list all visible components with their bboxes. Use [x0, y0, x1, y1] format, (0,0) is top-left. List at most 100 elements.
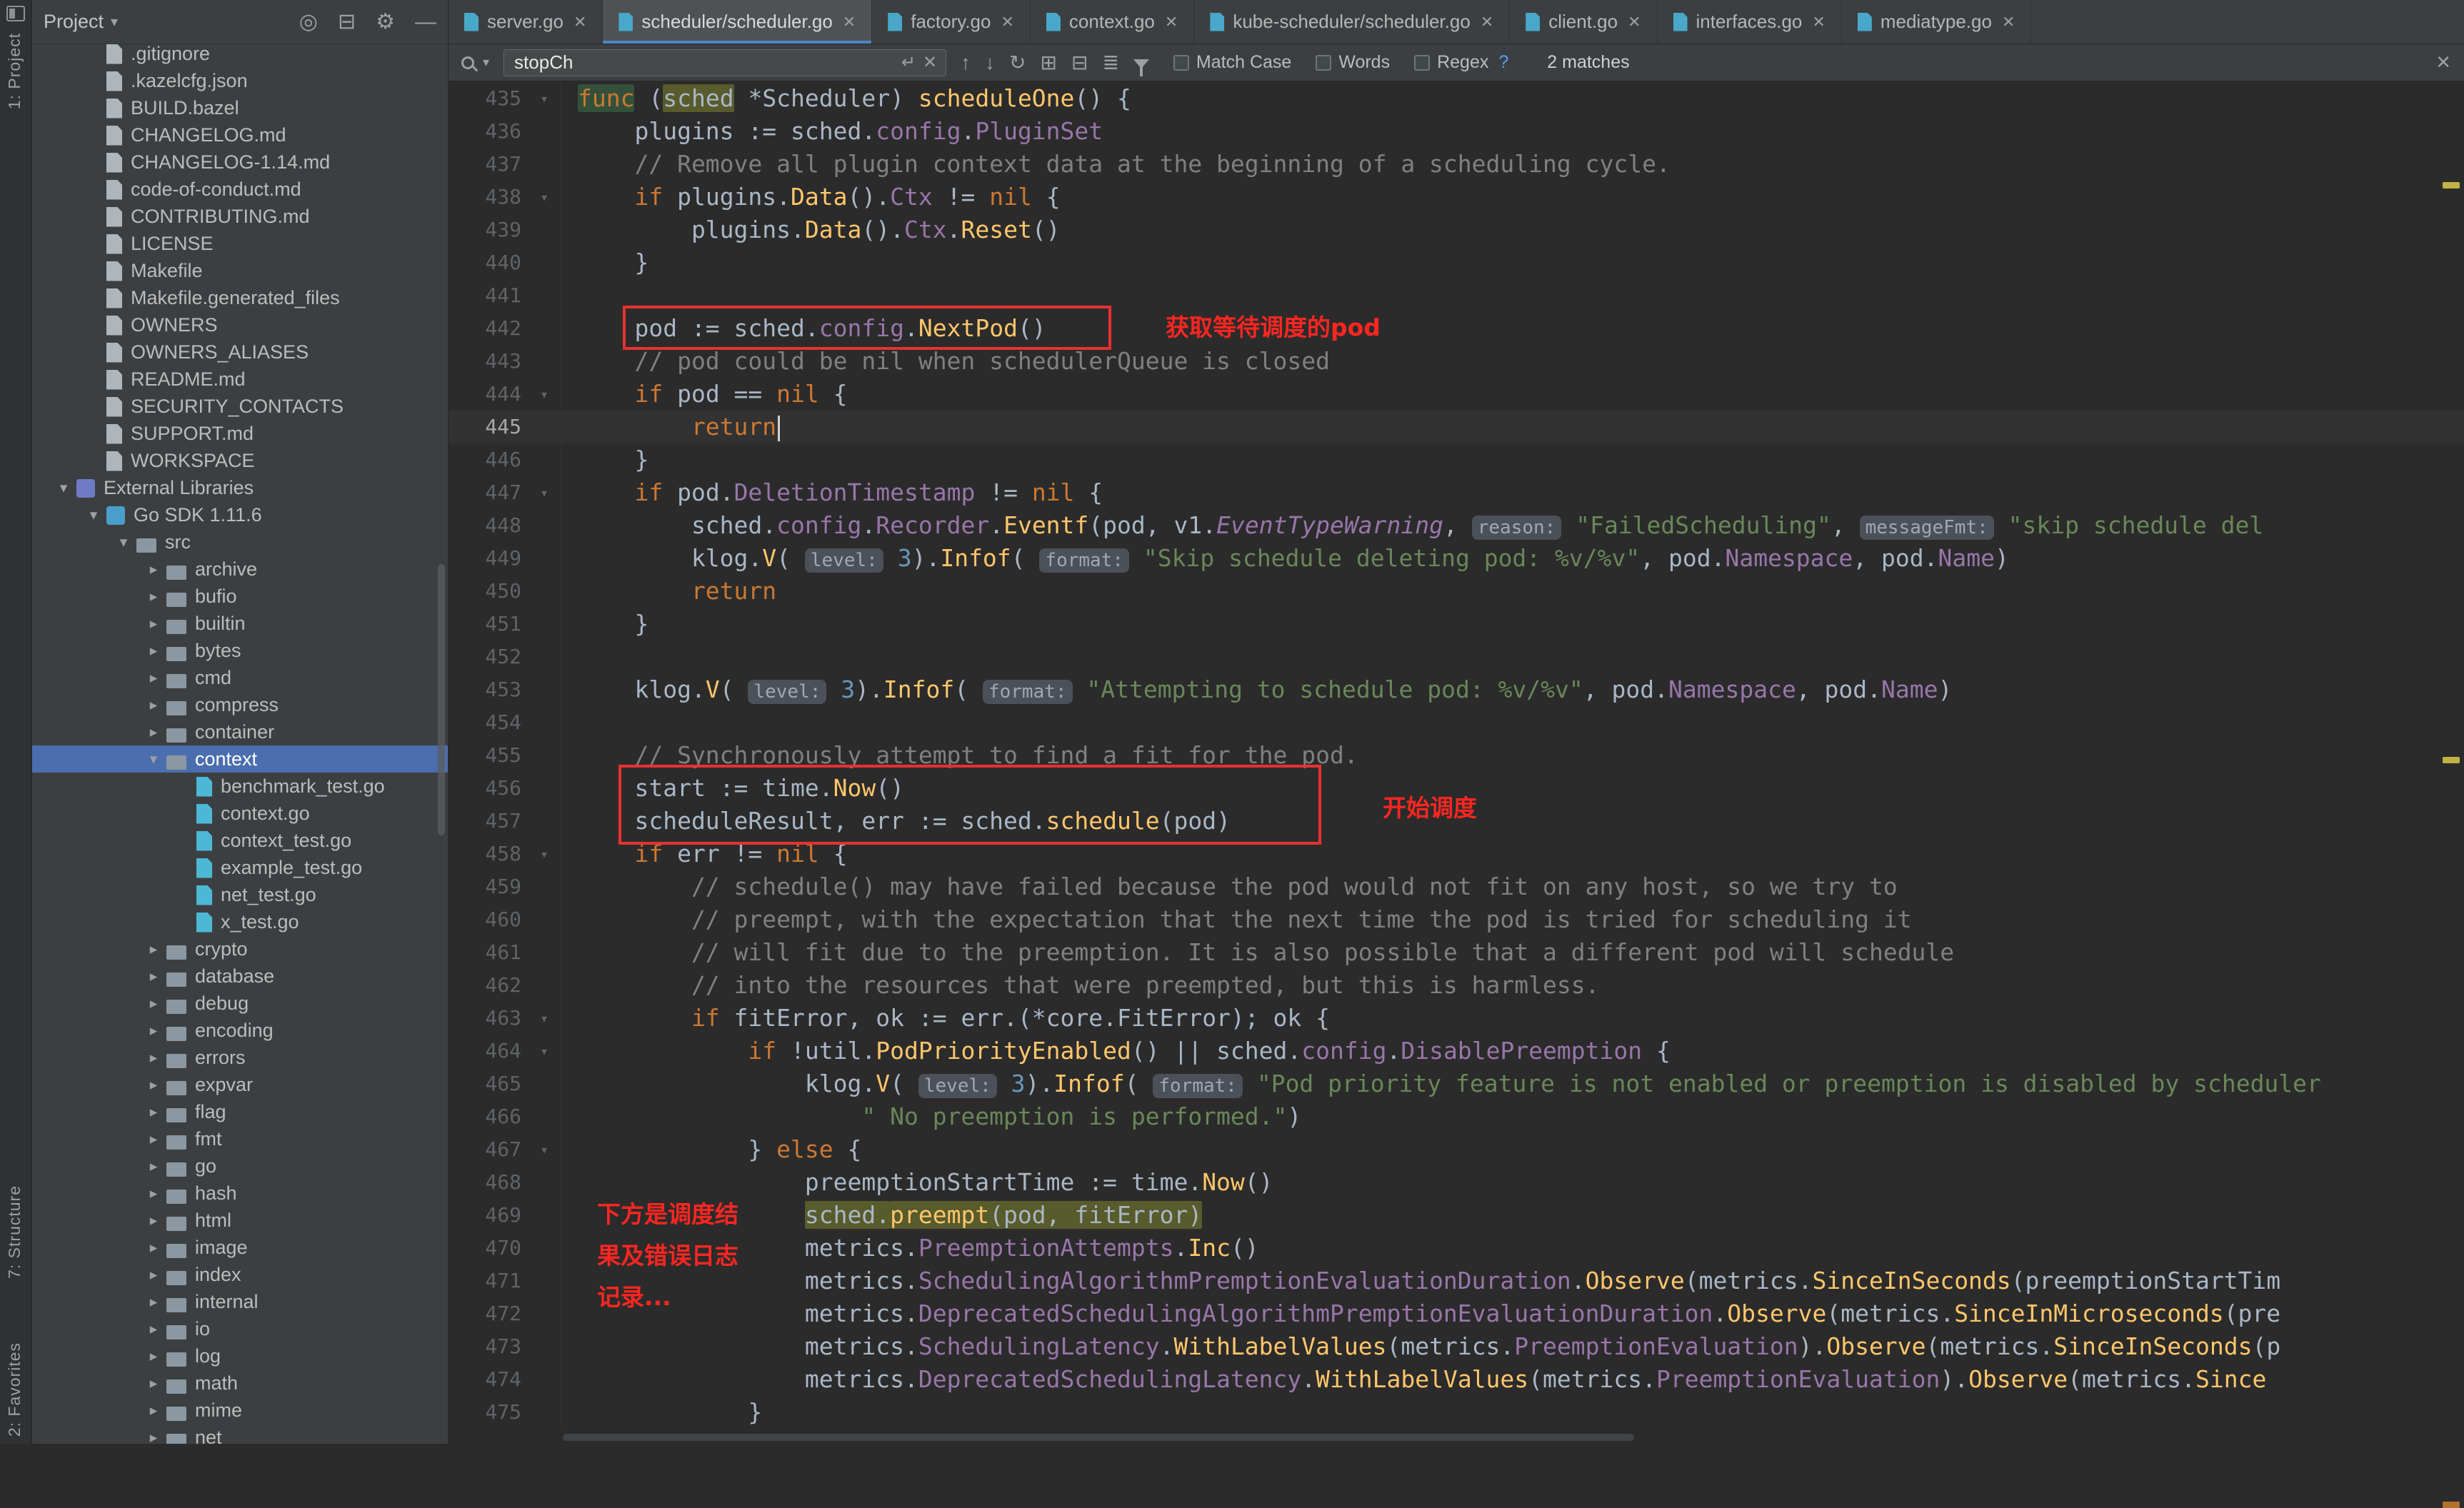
- fold-icon[interactable]: ▾: [529, 181, 560, 213]
- line-number[interactable]: 451: [449, 608, 529, 640]
- tree-item[interactable]: ▾Go SDK 1.11.6: [32, 501, 448, 528]
- close-tab-icon[interactable]: ✕: [1165, 13, 1178, 31]
- regex-help-icon[interactable]: ?: [1498, 52, 1508, 73]
- tree-item[interactable]: .gitignore: [32, 44, 448, 67]
- line-number[interactable]: 469: [449, 1199, 529, 1232]
- expand-icon[interactable]: ▸: [141, 669, 166, 687]
- fold-icon[interactable]: ▾: [529, 1002, 560, 1035]
- expand-icon[interactable]: ▸: [141, 615, 166, 633]
- code-line[interactable]: 458▾ if err != nil {: [449, 838, 2464, 870]
- tool-button-structure[interactable]: 7: Structure: [5, 1185, 24, 1279]
- code-line[interactable]: 467▾ } else {: [449, 1133, 2464, 1166]
- filter-icon[interactable]: [1133, 59, 1149, 69]
- code-line[interactable]: 444▾ if pod == nil {: [449, 378, 2464, 411]
- line-number[interactable]: 470: [449, 1232, 529, 1265]
- code-line[interactable]: 437 // Remove all plugin context data at…: [449, 148, 2464, 181]
- tree-item[interactable]: ▸archive: [32, 556, 448, 583]
- expand-icon[interactable]: ▸: [141, 1374, 166, 1392]
- tree-item[interactable]: ▸math: [32, 1369, 448, 1397]
- code-line[interactable]: 452: [449, 640, 2464, 673]
- fold-icon[interactable]: ▾: [529, 1133, 560, 1166]
- hide-panel-icon[interactable]: —: [415, 11, 436, 33]
- tree-item[interactable]: SECURITY_CONTACTS: [32, 393, 448, 420]
- code-line[interactable]: 453 klog.V( level: 3).Infof( format: "At…: [449, 673, 2464, 706]
- line-number[interactable]: 458: [449, 838, 529, 870]
- code-line[interactable]: 439 plugins.Data().Ctx.Reset(): [449, 213, 2464, 246]
- expand-icon[interactable]: ▸: [141, 1130, 166, 1148]
- expand-icon[interactable]: ▸: [141, 1049, 166, 1067]
- select-all-occurrences-icon[interactable]: ≣: [1102, 51, 1118, 74]
- code-line[interactable]: 470 metrics.PreemptionAttempts.Inc(): [449, 1232, 2464, 1265]
- tree-item[interactable]: context_test.go: [32, 827, 448, 854]
- tree-item[interactable]: ▸encoding: [32, 1017, 448, 1044]
- code-line[interactable]: 451 }: [449, 608, 2464, 640]
- editor-tab[interactable]: factory.go✕: [872, 0, 1031, 44]
- regex-checkbox[interactable]: [1414, 55, 1430, 71]
- line-number[interactable]: 468: [449, 1166, 529, 1199]
- expand-icon[interactable]: ▸: [141, 1347, 166, 1365]
- tree-item[interactable]: x_test.go: [32, 908, 448, 935]
- line-number[interactable]: 463: [449, 1002, 529, 1035]
- code-line[interactable]: 461 // will fit due to the preemption. I…: [449, 936, 2464, 969]
- fold-icon[interactable]: ▾: [529, 1035, 560, 1067]
- expand-icon[interactable]: ▸: [141, 1429, 166, 1444]
- tool-button-favorites[interactable]: 2: Favorites: [5, 1342, 24, 1437]
- stripe-mark[interactable]: [2443, 182, 2460, 188]
- search-input[interactable]: [513, 51, 894, 74]
- close-tab-icon[interactable]: ✕: [843, 13, 856, 31]
- tree-item[interactable]: ▸bufio: [32, 583, 448, 610]
- line-number[interactable]: 456: [449, 772, 529, 805]
- tree-item[interactable]: ▸expvar: [32, 1071, 448, 1098]
- line-number[interactable]: 440: [449, 246, 529, 279]
- code-line[interactable]: 438▾ if plugins.Data().Ctx != nil {: [449, 181, 2464, 213]
- code-line[interactable]: 468 preemptionStartTime := time.Now(): [449, 1166, 2464, 1199]
- tree-item[interactable]: ▸debug: [32, 990, 448, 1017]
- fold-icon[interactable]: ▾: [529, 82, 560, 115]
- line-number[interactable]: 459: [449, 870, 529, 903]
- expand-icon[interactable]: ▸: [141, 1239, 166, 1257]
- newline-icon[interactable]: ↵: [901, 52, 916, 73]
- expand-icon[interactable]: ▸: [141, 1212, 166, 1230]
- tree-item[interactable]: example_test.go: [32, 854, 448, 881]
- line-number[interactable]: 448: [449, 509, 529, 542]
- tool-button-project[interactable]: 1: Project: [5, 33, 24, 109]
- expand-icon[interactable]: ▸: [141, 561, 166, 578]
- tree-item[interactable]: OWNERS: [32, 311, 448, 338]
- line-number[interactable]: 467: [449, 1133, 529, 1166]
- collapse-all-icon[interactable]: ⊟: [338, 11, 356, 33]
- code-line[interactable]: 465 klog.V( level: 3).Infof( format: "Po…: [449, 1067, 2464, 1100]
- stripe-mark[interactable]: [2443, 1502, 2460, 1508]
- tree-item[interactable]: ▸bytes: [32, 637, 448, 664]
- tree-item[interactable]: ▸html: [32, 1207, 448, 1234]
- tree-item[interactable]: SUPPORT.md: [32, 420, 448, 447]
- line-number[interactable]: 446: [449, 443, 529, 476]
- refresh-search-icon[interactable]: ↻: [1009, 51, 1026, 74]
- close-tab-icon[interactable]: ✕: [2002, 13, 2015, 31]
- line-number[interactable]: 442: [449, 312, 529, 345]
- tree-item[interactable]: ▸image: [32, 1234, 448, 1261]
- code-line[interactable]: 473 metrics.SchedulingLatency.WithLabelV…: [449, 1330, 2464, 1363]
- line-number[interactable]: 438: [449, 181, 529, 213]
- tree-item[interactable]: ▾src: [32, 528, 448, 556]
- code-line[interactable]: 450 return: [449, 575, 2464, 608]
- settings-gear-icon[interactable]: ⚙: [376, 11, 395, 33]
- tree-item[interactable]: benchmark_test.go: [32, 773, 448, 800]
- tree-item[interactable]: ▸io: [32, 1315, 448, 1342]
- line-number[interactable]: 460: [449, 903, 529, 936]
- close-tab-icon[interactable]: ✕: [1628, 13, 1641, 31]
- editor-tab[interactable]: scheduler/scheduler.go✕: [603, 0, 872, 44]
- tree-item[interactable]: CHANGELOG.md: [32, 121, 448, 149]
- code-line[interactable]: 440 }: [449, 246, 2464, 279]
- line-number[interactable]: 453: [449, 673, 529, 706]
- line-number[interactable]: 452: [449, 640, 529, 673]
- tree-item[interactable]: ▸internal: [32, 1288, 448, 1315]
- tree-item[interactable]: README.md: [32, 366, 448, 393]
- tree-item[interactable]: ▸crypto: [32, 935, 448, 962]
- tree-item[interactable]: .kazelcfg.json: [32, 67, 448, 94]
- editor-tab[interactable]: mediatype.go✕: [1842, 0, 2032, 44]
- expand-icon[interactable]: ▸: [141, 1185, 166, 1202]
- code-line[interactable]: 472 metrics.DeprecatedSchedulingAlgorith…: [449, 1297, 2464, 1330]
- add-occurrence-icon[interactable]: ⊞: [1041, 51, 1057, 74]
- collapse-icon[interactable]: ▾: [141, 750, 166, 768]
- tree-item[interactable]: Makefile.generated_files: [32, 284, 448, 311]
